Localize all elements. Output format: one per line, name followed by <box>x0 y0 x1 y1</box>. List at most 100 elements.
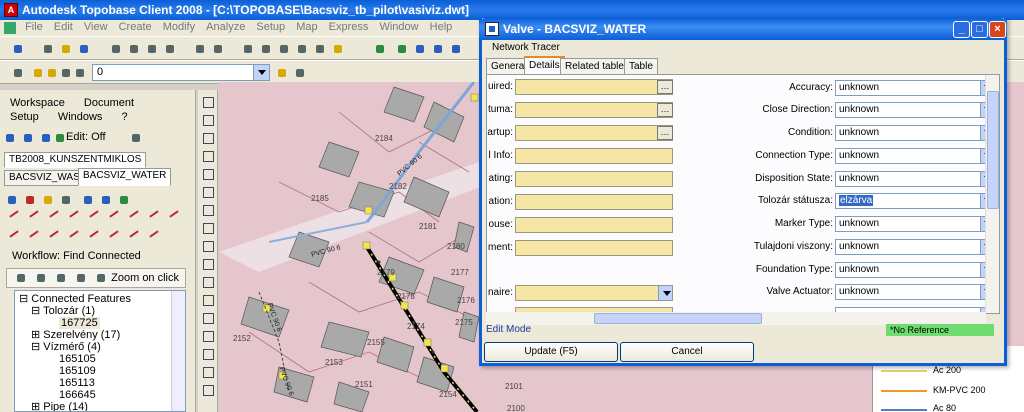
break-icon[interactable] <box>200 292 215 307</box>
layer-dropdown[interactable]: 0 <box>92 64 270 81</box>
menu-express[interactable]: Express <box>325 20 373 34</box>
line-icon[interactable] <box>200 94 215 109</box>
tool-1-icon[interactable] <box>8 208 20 220</box>
arc-icon[interactable] <box>200 166 215 181</box>
chevron-down-icon[interactable] <box>253 65 269 80</box>
details-vertical-scrollbar[interactable] <box>985 75 999 313</box>
undo-icon[interactable] <box>192 41 208 57</box>
tool-14-icon[interactable] <box>88 228 100 240</box>
make-current-layer-icon[interactable] <box>274 65 290 81</box>
info-icon[interactable] <box>4 192 20 208</box>
menu-analyze[interactable]: Analyze <box>202 20 249 34</box>
tree-item[interactable]: 167725 <box>15 317 185 329</box>
tree-item[interactable]: 165113 <box>15 377 185 389</box>
new-feature-icon[interactable] <box>40 192 56 208</box>
tool-7-icon[interactable] <box>128 208 140 220</box>
cut-icon[interactable] <box>108 41 124 57</box>
close-icon[interactable]: × <box>989 21 1006 38</box>
copy-icon[interactable] <box>126 41 142 57</box>
menu-windows[interactable]: Windows <box>58 110 103 124</box>
marker-type-combo[interactable]: unknown <box>835 216 995 232</box>
trim-icon[interactable] <box>200 256 215 271</box>
pan-icon[interactable] <box>240 41 256 57</box>
workflow-zoom-icon[interactable] <box>73 270 89 286</box>
date-field[interactable] <box>515 102 673 118</box>
properties-icon[interactable] <box>330 41 346 57</box>
close-direction-combo[interactable]: unknown <box>835 102 995 118</box>
menu-view[interactable]: View <box>80 20 112 34</box>
tool-4-icon[interactable] <box>68 208 80 220</box>
map-tool-4-icon[interactable] <box>448 41 464 57</box>
zoom-realtime-icon[interactable] <box>258 41 274 57</box>
map-tool-1-icon[interactable] <box>394 41 410 57</box>
tab-related-tables[interactable]: Related tables <box>560 58 634 74</box>
paste-icon[interactable] <box>144 41 160 57</box>
dialog-title-bar[interactable]: Valve - BACSVIZ_WATER _ □ × <box>479 18 1007 40</box>
menu-file[interactable]: File <box>21 20 47 34</box>
delete-icon[interactable] <box>22 192 38 208</box>
browse-button[interactable]: … <box>657 80 673 94</box>
polyline-icon[interactable] <box>200 112 215 127</box>
map-tool-2-icon[interactable] <box>412 41 428 57</box>
zoom-previous-icon[interactable] <box>294 41 310 57</box>
foundation-type-combo[interactable]: unknown <box>835 262 995 278</box>
update-button[interactable]: Update (F5) <box>484 342 618 362</box>
zoom-on-click-toggle[interactable]: Zoom on click <box>111 272 179 284</box>
menu-edit[interactable]: Edit <box>50 20 77 34</box>
rotate-icon[interactable] <box>200 202 215 217</box>
settings-icon[interactable] <box>128 130 144 146</box>
join-icon[interactable] <box>200 328 215 343</box>
network-tracer-menu[interactable]: Network Tracer <box>482 40 1004 56</box>
tool-13-icon[interactable] <box>68 228 80 240</box>
tool-16-icon[interactable] <box>128 228 140 240</box>
ownership-combo[interactable]: unknown <box>835 239 995 255</box>
tree-item[interactable]: ⊟ Tolozár (1) <box>15 305 185 317</box>
tool-12-icon[interactable] <box>48 228 60 240</box>
startup-field[interactable] <box>515 125 673 141</box>
chevron-down-icon[interactable] <box>658 286 672 300</box>
menu-modify[interactable]: Modify <box>159 20 199 34</box>
tool-17-icon[interactable] <box>148 228 160 240</box>
menu-document[interactable]: Document <box>84 96 134 110</box>
menu-about[interactable]: ? <box>122 110 128 124</box>
tool-11-icon[interactable] <box>28 228 40 240</box>
comment-field[interactable] <box>515 240 673 256</box>
valve-actuator-combo[interactable]: unknown <box>835 284 995 300</box>
connection-type-combo[interactable]: unknown <box>835 148 995 164</box>
menu-help[interactable]: Help <box>426 20 457 34</box>
save-icon[interactable] <box>10 41 26 57</box>
tool-5-icon[interactable] <box>88 208 100 220</box>
scale-icon[interactable] <box>200 220 215 235</box>
tool-8-icon[interactable] <box>148 208 160 220</box>
required-field[interactable] <box>515 79 673 95</box>
tab-table[interactable]: Table <box>624 58 658 74</box>
workflow-select-icon[interactable] <box>33 270 49 286</box>
workspace-icon[interactable] <box>2 130 18 146</box>
cancel-button[interactable]: Cancel <box>620 342 754 362</box>
accuracy-combo[interactable]: unknown <box>835 80 995 96</box>
tree-item[interactable]: 166645 <box>15 389 185 401</box>
tree-item[interactable]: 165105 <box>15 353 185 365</box>
maximize-icon[interactable]: □ <box>971 21 988 38</box>
stretch-icon[interactable] <box>200 238 215 253</box>
menu-create[interactable]: Create <box>115 20 156 34</box>
tool-10-icon[interactable] <box>8 228 20 240</box>
questionnaire-combo[interactable] <box>515 285 673 301</box>
document-menu-icon[interactable] <box>4 22 16 34</box>
explode-icon[interactable] <box>200 364 215 379</box>
tab-bacsviz-water[interactable]: BACSVIZ_WATER <box>78 168 172 186</box>
chamfer-icon[interactable] <box>200 310 215 325</box>
tool-9-icon[interactable] <box>168 208 180 220</box>
document-icon[interactable] <box>20 130 36 146</box>
tree-item[interactable]: ⊞ Szerelvény (17) <box>15 329 185 341</box>
extend-icon[interactable] <box>200 274 215 289</box>
fillet-icon[interactable] <box>200 346 215 361</box>
house-field[interactable] <box>515 217 673 233</box>
tree-root[interactable]: ⊟ Connected Features <box>15 293 185 305</box>
zoom-window-icon[interactable] <box>276 41 292 57</box>
new-icon[interactable] <box>40 41 56 57</box>
grid-icon[interactable] <box>98 192 114 208</box>
workflow-clear-icon[interactable] <box>93 270 109 286</box>
connected-features-tree[interactable]: ⊟ Connected Features ⊟ Tolozár (1) 16772… <box>14 290 186 412</box>
redo-icon[interactable] <box>210 41 226 57</box>
